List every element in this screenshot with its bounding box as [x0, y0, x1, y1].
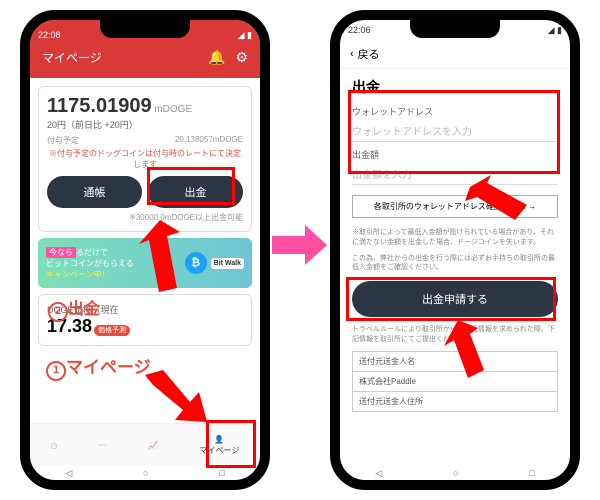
- note-2: この為、弊社からの出金を行う際には必ずお手持ちの取引所の最低入金額をご確認くださ…: [352, 254, 558, 274]
- notch: [100, 20, 190, 38]
- grant-value: 20.138057mDOGE: [175, 135, 243, 146]
- table-row: 送付元送金人住所: [353, 392, 557, 411]
- bitwalk-badge: Bit Walk: [211, 258, 244, 269]
- back-icon[interactable]: ◁: [65, 468, 72, 479]
- nav-item-2[interactable]: 〰: [99, 440, 107, 451]
- grant-label: 付与予定: [47, 135, 79, 146]
- recent-icon[interactable]: □: [529, 468, 534, 478]
- page-title: マイページ: [42, 49, 102, 66]
- nav-item-3[interactable]: 📈: [148, 441, 158, 450]
- transition-arrow: [272, 225, 327, 265]
- home-icon[interactable]: ○: [453, 468, 458, 478]
- highlight-form: [348, 90, 560, 174]
- topbar: マイページ 🔔 ⚙: [30, 45, 260, 70]
- highlight-submit: [346, 277, 556, 321]
- home-icon[interactable]: ○: [143, 468, 148, 478]
- banner-lead: 今なら: [46, 247, 76, 258]
- notch: [410, 20, 500, 38]
- time: 22:06: [348, 25, 371, 35]
- bitcoin-icon: ₿: [185, 252, 207, 274]
- red-arrow-to-withdraw: [125, 220, 185, 295]
- red-arrow-to-nav: [145, 370, 220, 430]
- back-label: 戻る: [358, 46, 380, 62]
- passbook-button[interactable]: 通帳: [47, 176, 142, 208]
- price-badge: 価格予測: [94, 325, 130, 336]
- android-nav: ◁ ○ □: [340, 466, 570, 480]
- status-icons: ◢ ▮: [238, 30, 252, 41]
- overlay-2-withdraw: 2出金: [48, 295, 100, 322]
- back-header[interactable]: ‹ 戻る: [340, 40, 570, 69]
- note-1: ※取引所によって最低入金額が設けられている場合があり、それに満たない金額を出金し…: [352, 228, 558, 248]
- balance-card: 1175.01909 mDOGE 20円（前日比 +20円） 付与予定 20.1…: [38, 86, 252, 232]
- phone-left: 22:08 ◢ ▮ マイページ 🔔 ⚙ 1175.01909 mDOGE 20円…: [20, 10, 270, 490]
- chevron-left-icon: ‹: [350, 48, 354, 60]
- bell-icon[interactable]: 🔔: [208, 49, 225, 66]
- time: 22:08: [38, 30, 61, 40]
- balance-value: 1175.01909: [47, 95, 152, 117]
- recent-icon[interactable]: □: [219, 468, 224, 478]
- highlight-withdraw: [147, 167, 235, 205]
- back-icon[interactable]: ◁: [375, 468, 382, 479]
- phone-right: 22:06 ◢ ▮ ‹ 戻る 出金 ウォレットアドレス ウォレットアドレスを入力…: [330, 10, 580, 490]
- nav-item-1[interactable]: ◷: [51, 441, 58, 450]
- status-icons: ◢ ▮: [548, 25, 562, 36]
- balance-unit: mDOGE: [154, 104, 192, 115]
- gear-icon[interactable]: ⚙: [235, 49, 248, 66]
- overlay-1-mypage: 1マイページ: [46, 353, 151, 381]
- yen-value: 20円（前日比 +20円）: [47, 118, 243, 131]
- red-arrow-to-submit: [440, 320, 495, 380]
- red-arrow-to-amount: [465, 175, 535, 230]
- android-nav: ◁ ○ □: [30, 466, 260, 480]
